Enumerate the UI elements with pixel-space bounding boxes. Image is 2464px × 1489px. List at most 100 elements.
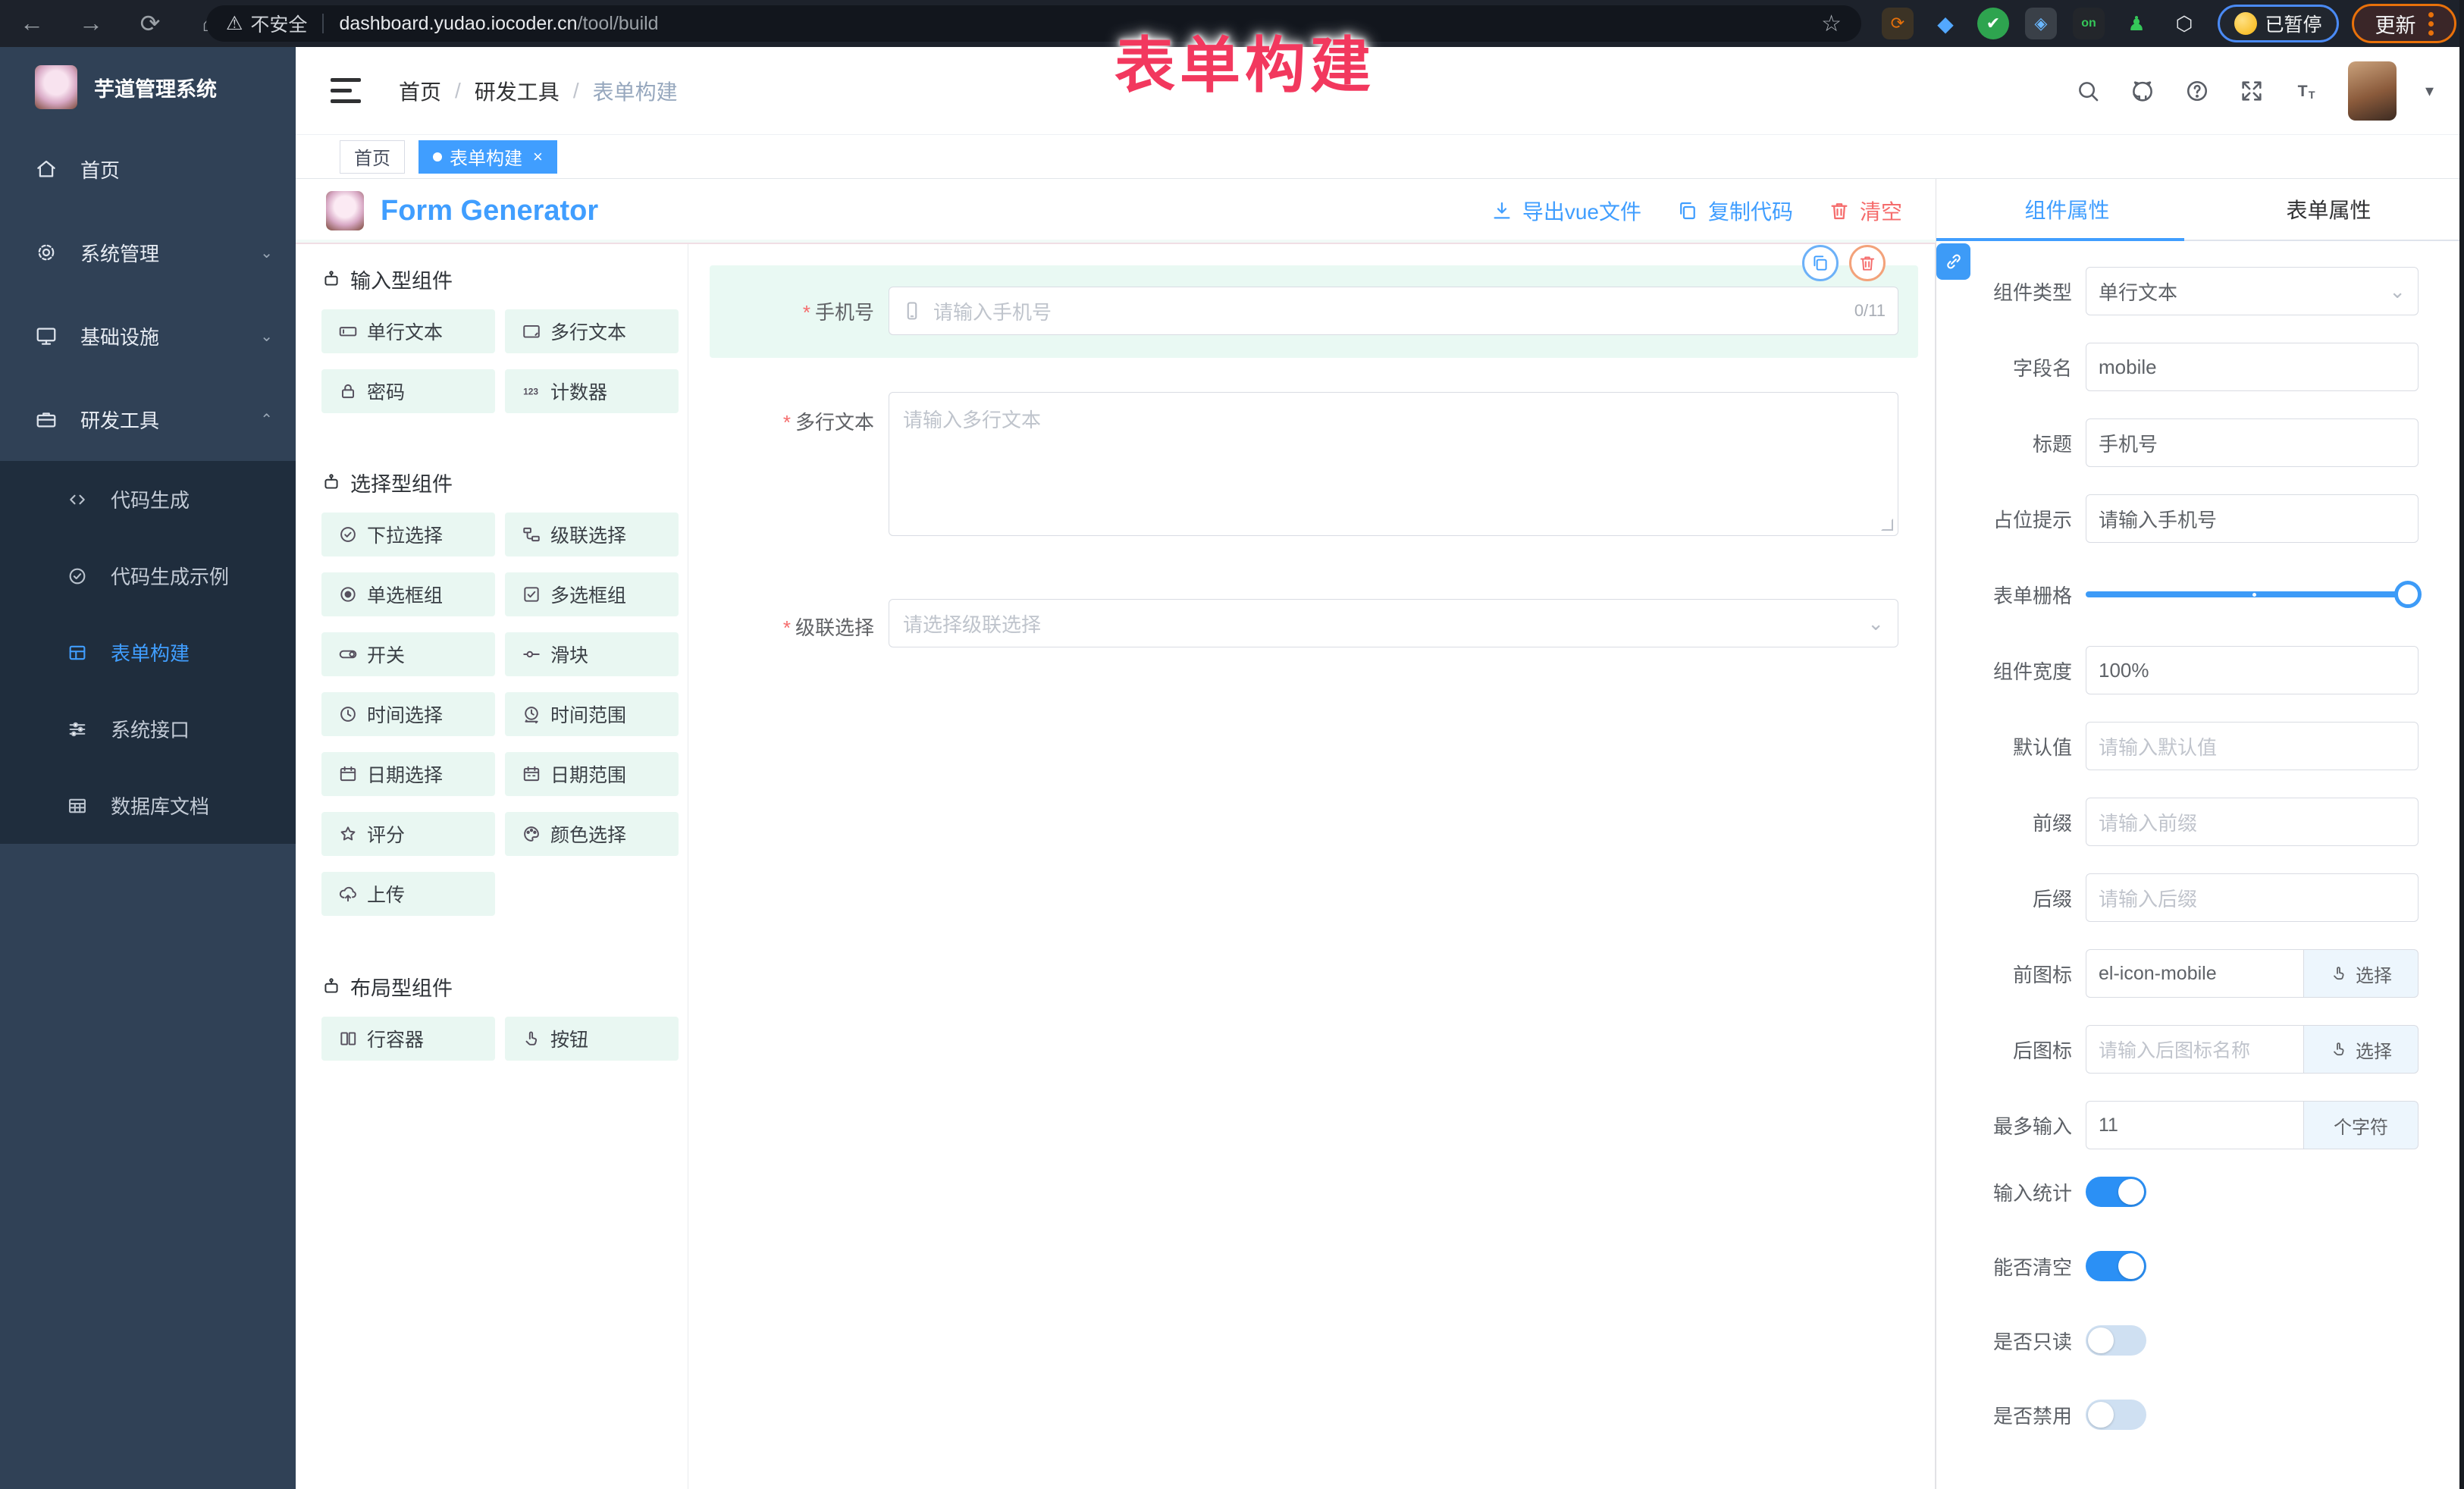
toggle-off[interactable]	[2086, 1400, 2146, 1430]
component-item-button[interactable]: 按钮	[505, 1017, 679, 1061]
profile-paused-badge[interactable]: 已暂停	[2218, 5, 2339, 42]
select-icon-button[interactable]: 选择	[2303, 949, 2419, 998]
sidebar-item-0[interactable]: 首页	[0, 127, 296, 211]
action-label: 复制代码	[1708, 196, 1793, 226]
component-item-cascader[interactable]: 级联选择	[505, 513, 679, 556]
textarea-input[interactable]: 请输入多行文本	[889, 392, 1898, 536]
prop-input[interactable]: mobile	[2086, 343, 2419, 391]
breadcrumb-item[interactable]: 研发工具	[475, 76, 560, 106]
component-item-textfield[interactable]: 单行文本	[321, 309, 495, 353]
component-item-counter[interactable]: 123计数器	[505, 369, 679, 413]
tag-view-0[interactable]: 首页	[340, 140, 405, 174]
copy-field-button[interactable]	[1802, 245, 1839, 281]
form-canvas[interactable]: *手机号 请输入手机号 0/11 *多行文本 请输入多行文本 *级联选择 请选择…	[689, 244, 1936, 1489]
header-action-2[interactable]: 清空	[1828, 196, 1902, 226]
component-item-date[interactable]: 日期选择	[321, 752, 495, 796]
prop-input[interactable]: 100%	[2086, 646, 2419, 694]
browser-back-button[interactable]: ←	[17, 9, 47, 38]
mobile-input[interactable]: 请输入手机号 0/11	[889, 287, 1898, 335]
prop-input[interactable]: 手机号	[2086, 418, 2419, 467]
prop-input[interactable]: 请输入手机号	[2086, 494, 2419, 543]
sidebar-item-4[interactable]: 代码生成	[0, 461, 296, 538]
download-icon	[1491, 199, 1513, 222]
chevron-down-icon[interactable]: ▾	[2425, 81, 2434, 101]
active-tab-underline	[1936, 238, 2184, 241]
toggle-on[interactable]	[2086, 1177, 2146, 1207]
tag-view-1[interactable]: 表单构建×	[419, 140, 557, 174]
component-item-upload[interactable]: 上传	[321, 872, 495, 916]
github-icon[interactable]	[2130, 78, 2155, 104]
browser-menu-icon[interactable]	[2428, 12, 2434, 36]
browser-update-button[interactable]: 更新	[2352, 4, 2456, 43]
component-item-time[interactable]: 时间选择	[321, 692, 495, 736]
component-item-slider[interactable]: 滑块	[505, 632, 679, 676]
component-item-checkbox[interactable]: 多选框组	[505, 572, 679, 616]
close-icon[interactable]: ×	[533, 147, 543, 167]
prop-label: 字段名	[1961, 353, 2086, 381]
sidebar-toggle-icon[interactable]	[331, 78, 361, 103]
extension-icon[interactable]: ◈	[2025, 8, 2057, 39]
breadcrumb-item[interactable]: 首页	[399, 76, 441, 106]
prop-input[interactable]: 请输入后图标名称	[2086, 1025, 2303, 1074]
browser-forward-button[interactable]: →	[76, 9, 106, 38]
resize-grip[interactable]	[1881, 519, 1893, 531]
sidebar-item-7[interactable]: 系统接口	[0, 691, 296, 767]
tab-form-props[interactable]: 表单属性	[2198, 179, 2459, 240]
bookmark-star-icon[interactable]: ☆	[1821, 11, 1842, 37]
tab-component-props[interactable]: 组件属性	[1936, 179, 2198, 240]
toggle-off[interactable]	[2086, 1325, 2146, 1356]
section-icon	[321, 472, 341, 492]
sidebar-item-8[interactable]: 数据库文档	[0, 767, 296, 844]
sidebar-item-1[interactable]: 系统管理⌄	[0, 211, 296, 294]
header-action-1[interactable]: 复制代码	[1676, 196, 1793, 226]
prop-input[interactable]: 请输入后缀	[2086, 873, 2419, 922]
sidebar-item-3[interactable]: 研发工具⌃	[0, 378, 296, 461]
app-logo-row[interactable]: 芋道管理系统	[0, 47, 296, 127]
app-navbar: 首页/研发工具/表单构建 TT ▾	[296, 47, 2464, 135]
component-item-lock[interactable]: 密码	[321, 369, 495, 413]
extension-icon[interactable]: on	[2073, 8, 2105, 39]
prop-label: 默认值	[1961, 732, 2086, 760]
delete-field-button[interactable]	[1849, 245, 1886, 281]
search-icon[interactable]	[2075, 78, 2101, 104]
component-item-textarea[interactable]: 多行文本	[505, 309, 679, 353]
panel-drag-handle[interactable]	[1936, 243, 1970, 280]
prop-row-3: 占位提示请输入手机号	[1961, 494, 2419, 543]
component-item-select[interactable]: 下拉选择	[321, 513, 495, 556]
toggle-on[interactable]	[2086, 1251, 2146, 1281]
select-icon-button[interactable]: 选择	[2303, 1025, 2419, 1074]
prop-row-0: 组件类型单行文本⌄	[1961, 267, 2419, 315]
component-item-rate[interactable]: 评分	[321, 812, 495, 856]
extension-icon[interactable]: ◆	[1930, 8, 1961, 39]
component-item-date-range[interactable]: 日期范围	[505, 752, 679, 796]
sidebar-item-2[interactable]: 基础设施⌄	[0, 294, 296, 378]
component-item-radio[interactable]: 单选框组	[321, 572, 495, 616]
address-bar[interactable]: ⚠ 不安全 dashboard.yudao.iocoder.cn/tool/bu…	[206, 5, 1861, 42]
component-item-switch[interactable]: 开关	[321, 632, 495, 676]
extension-icon[interactable]: ♟	[2121, 8, 2152, 39]
slider-handle[interactable]	[2394, 581, 2422, 608]
fullscreen-icon[interactable]	[2239, 78, 2265, 104]
browser-reload-button[interactable]: ⟳	[135, 9, 165, 38]
extension-icon[interactable]: ✔	[1977, 8, 2009, 39]
prop-select[interactable]: 单行文本⌄	[2086, 267, 2419, 315]
prop-input[interactable]: 请输入前缀	[2086, 798, 2419, 846]
sidebar-item-5[interactable]: 代码生成示例	[0, 538, 296, 614]
fontsize-icon[interactable]: TT	[2293, 78, 2319, 104]
sidebar-item-6[interactable]: 表单构建	[0, 614, 296, 691]
component-item-row[interactable]: 行容器	[321, 1017, 495, 1061]
mobile-icon	[901, 300, 923, 321]
not-secure-warning[interactable]: ⚠ 不安全	[226, 10, 307, 37]
grid-span-slider[interactable]	[2086, 570, 2419, 619]
prop-input[interactable]: el-icon-mobile	[2086, 949, 2303, 998]
cascader-select[interactable]: 请选择级联选择 ⌄	[889, 599, 1898, 647]
component-item-time-range[interactable]: 时间范围	[505, 692, 679, 736]
user-avatar[interactable]	[2348, 61, 2397, 121]
prop-input[interactable]: 请输入默认值	[2086, 722, 2419, 770]
help-icon[interactable]	[2184, 78, 2210, 104]
extensions-puzzle-icon[interactable]: ⬡	[2168, 8, 2200, 39]
component-item-color[interactable]: 颜色选择	[505, 812, 679, 856]
header-action-0[interactable]: 导出vue文件	[1491, 196, 1641, 226]
extension-icon[interactable]: ⟳	[1882, 8, 1914, 39]
prop-input[interactable]: 11	[2086, 1101, 2303, 1149]
